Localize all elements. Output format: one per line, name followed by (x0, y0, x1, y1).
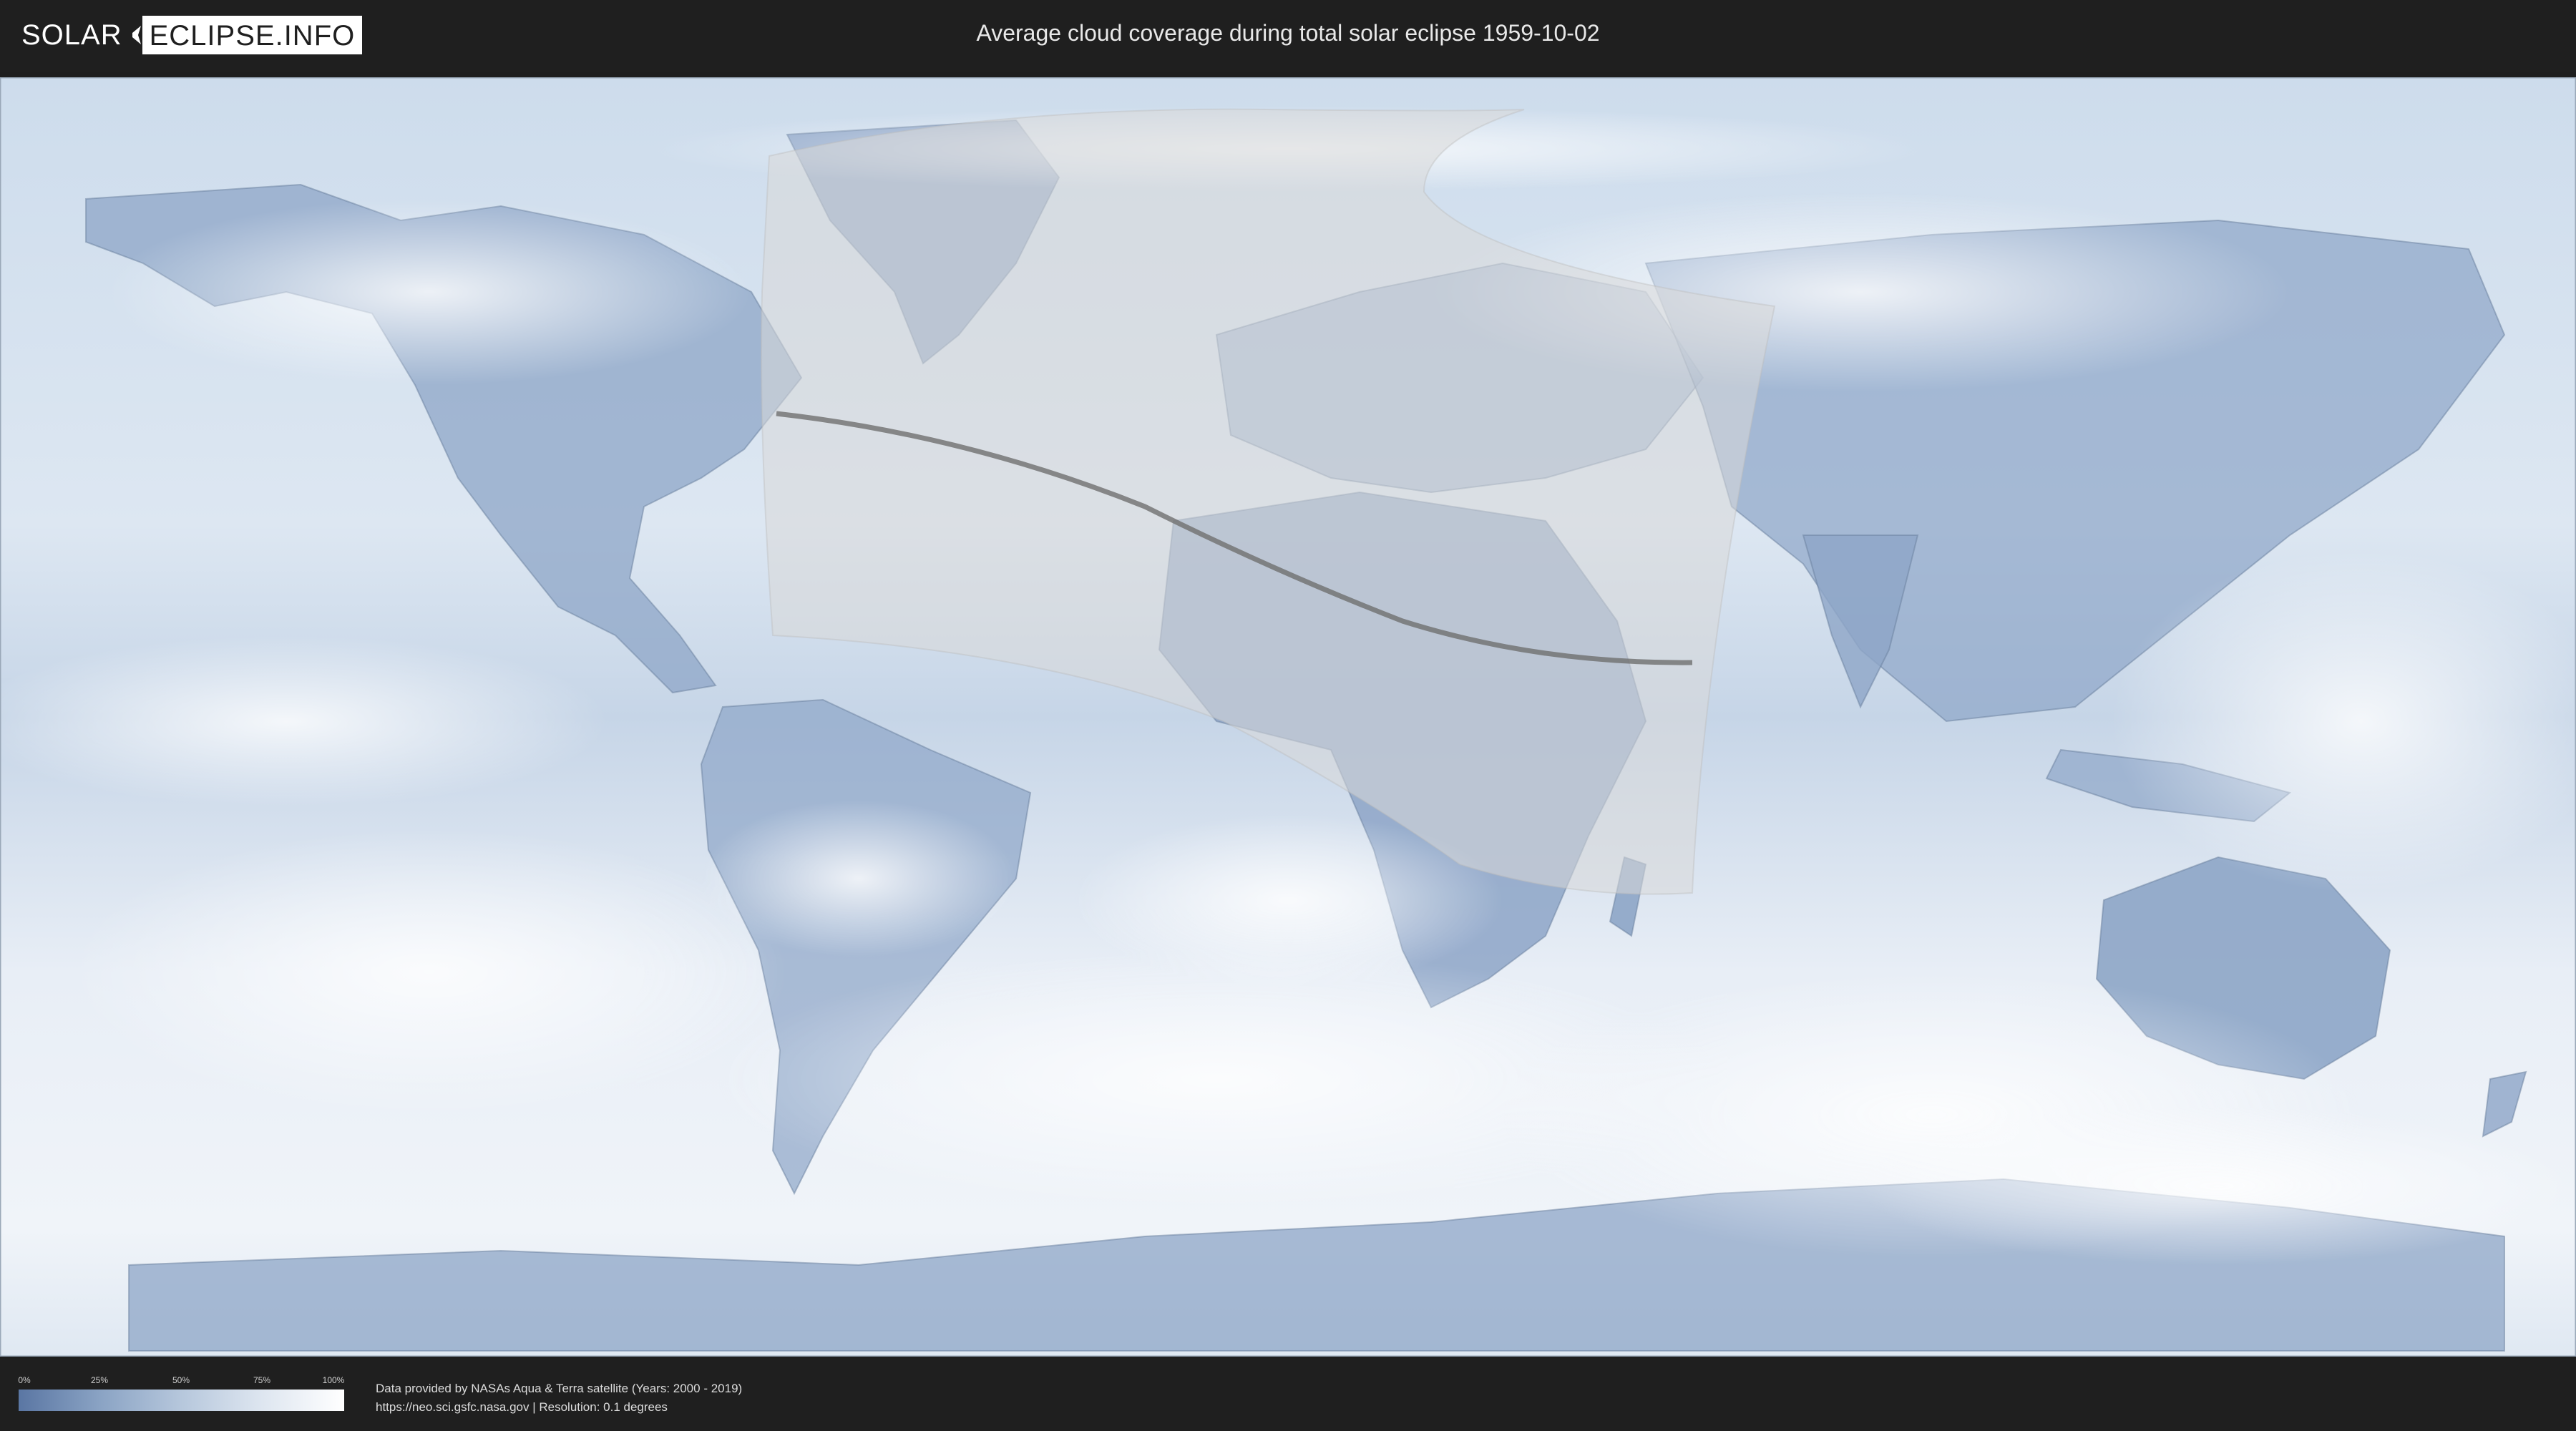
legend-tick-75: 75% (253, 1375, 271, 1385)
page-title: Average cloud coverage during total sola… (976, 20, 1600, 46)
data-credits: Data provided by NASAs Aqua & Terra sate… (376, 1379, 742, 1417)
credit-line-url: https://neo.sci.gsfc.nasa.gov | Resoluti… (376, 1400, 668, 1414)
header-bar: SOLAR ECLIPSE.INFO Average cloud coverag… (0, 0, 2576, 72)
legend-tick-50: 50% (172, 1375, 190, 1385)
footer-bar: 0% 25% 50% 75% 100% Data provided by NAS… (0, 1359, 2576, 1431)
legend-tick-0: 0% (18, 1375, 31, 1385)
legend-ticks: 0% 25% 50% 75% 100% (18, 1375, 345, 1387)
world-map-svg (0, 77, 2576, 1357)
credit-line-source: Data provided by NASAs Aqua & Terra sate… (376, 1382, 743, 1395)
legend-tick-100: 100% (322, 1375, 345, 1385)
legend-tick-25: 25% (90, 1375, 109, 1385)
legend-gradient-bar (19, 1390, 344, 1411)
cloud-coverage-legend: 0% 25% 50% 75% 100% (18, 1375, 345, 1415)
cloud-coverage-map (0, 77, 2576, 1357)
